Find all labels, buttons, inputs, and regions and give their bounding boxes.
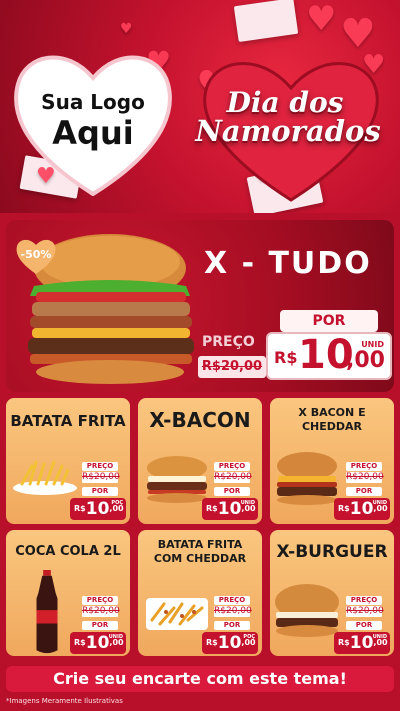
product-price-int: 10 [349, 499, 374, 519]
product-price-int: 10 [349, 633, 374, 653]
product-name: X-BACON [149, 408, 251, 432]
product-price-int: 10 [217, 633, 242, 653]
product-price-int: 10 [217, 499, 242, 519]
product-por-label: POR [82, 487, 118, 496]
burger-image [147, 456, 207, 503]
product-currency: R$ [206, 638, 218, 647]
hero-price: R$ 10 ,00 UNID [266, 332, 392, 380]
product-preco-label: PREÇO [346, 596, 382, 605]
product-name: X-BURGUER [276, 542, 388, 562]
product-unit: POÇ [111, 500, 123, 506]
product-old-price: R$20,00 [346, 472, 384, 483]
product-unit: UNID [108, 634, 123, 640]
hero-price-dec: ,00 [346, 348, 385, 373]
logo-line-2: Aqui [52, 114, 134, 152]
hero-preco-label: PREÇO [202, 334, 255, 350]
product-preco-label: PREÇO [214, 462, 250, 471]
product-price: R$10,00 UNID [334, 632, 390, 654]
burger-image [277, 452, 337, 505]
hero-old-price: R$20,00 [198, 356, 266, 378]
soda-bottle-image [36, 570, 58, 654]
product-unit: POÇ [243, 634, 255, 640]
product-price-int: 10 [85, 633, 110, 653]
envelope-decoration [233, 0, 299, 43]
product-old-price: R$20,00 [214, 606, 252, 617]
product-currency: R$ [74, 638, 86, 647]
product-por-label: POR [346, 621, 382, 630]
hero-por-label: POR [280, 310, 378, 332]
product-name-line-2: COM CHEDDAR [153, 552, 247, 565]
product-price: R$10,00 UNID [70, 632, 126, 654]
product-preco-label: PREÇO [214, 596, 250, 605]
product-price: R$10,00 UNID [202, 498, 258, 520]
fries-image [13, 460, 77, 495]
burger-image [275, 584, 339, 637]
product-name: BATATA FRITA [10, 412, 126, 430]
hero-currency: R$ [274, 348, 298, 367]
cta-banner[interactable]: Crie seu encarte com este tema! [6, 666, 394, 692]
cheddar-fries-image [146, 598, 208, 630]
header-banner: ♥ ♥ ♥ ♥ ♥ ♥ ♥ ♥ ♥ Sua Logo Aqui Dia dos … [0, 0, 400, 213]
product-old-price: R$20,00 [346, 606, 384, 617]
product-old-price: R$20,00 [214, 472, 252, 483]
product-unit: UNID [372, 634, 387, 640]
heart-icon: ♥ [120, 21, 133, 37]
product-currency: R$ [338, 504, 350, 513]
product-name-line-1: BATATA FRITA [157, 538, 243, 551]
hero-title: X - TUDO [204, 246, 372, 281]
product-name: COCA COLA 2L [15, 544, 121, 559]
product-preco-label: PREÇO [82, 462, 118, 471]
logo-line-1: Sua Logo [41, 90, 145, 114]
title-line-2: Namorados [195, 114, 381, 148]
heart-icon: ♥ [340, 11, 376, 57]
product-old-price: R$20,00 [82, 472, 120, 483]
discount-badge: -50% [14, 236, 58, 276]
product-unit: UNID [240, 500, 255, 506]
product-name-line-2: CHEDDAR [301, 420, 363, 433]
product-preco-label: PREÇO [346, 462, 382, 471]
hero-unit: UNID [361, 340, 384, 349]
product-price: R$10,00 POÇ [202, 632, 258, 654]
product-price: R$10,00 POÇ [70, 498, 126, 520]
heart-icon: ♥ [306, 0, 337, 39]
product-por-label: POR [214, 621, 250, 630]
disclaimer-text: *Imagens Meramente Ilustrativas [6, 697, 123, 705]
product-unit: UNID [372, 500, 387, 506]
product-preco-label: PREÇO [82, 596, 118, 605]
discount-label: -50% [20, 248, 52, 261]
product-por-label: POR [346, 487, 382, 496]
product-old-price: R$20,00 [82, 606, 120, 617]
product-currency: R$ [206, 504, 218, 513]
product-por-label: POR [82, 621, 118, 630]
product-name-line-1: X BACON E [298, 406, 366, 419]
product-por-label: POR [214, 487, 250, 496]
product-price: R$10,00 UNID [334, 498, 390, 520]
product-price-int: 10 [85, 499, 110, 519]
product-currency: R$ [74, 504, 86, 513]
product-currency: R$ [338, 638, 350, 647]
